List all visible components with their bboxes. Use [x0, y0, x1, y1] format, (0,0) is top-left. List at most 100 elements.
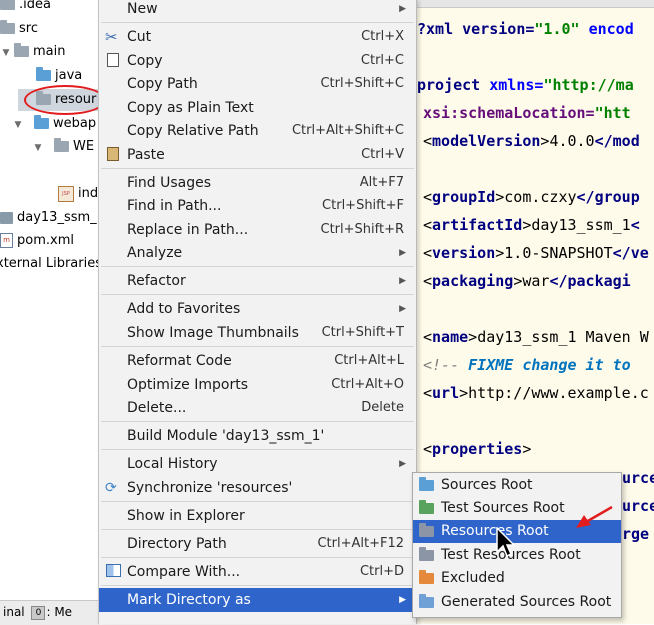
- menu-item-local-history[interactable]: Local History ▶: [99, 452, 416, 476]
- menu-item-show-image-thumbnails[interactable]: Show Image Thumbnails Ctrl+Shift+T: [99, 321, 416, 345]
- tree-item-label: java: [55, 68, 83, 83]
- menu-separator: [101, 449, 414, 450]
- folder-icon: [0, 20, 15, 34]
- terminal-tab[interactable]: inal: [3, 605, 25, 619]
- folder-icon: [0, 0, 15, 10]
- menu-item-replace-in-path[interactable]: Replace in Path... Ctrl+Shift+R: [99, 218, 416, 242]
- web-folder-icon: [34, 115, 49, 129]
- paste-icon: [107, 147, 119, 161]
- code-line: <packaging>war</packagi: [423, 272, 631, 290]
- menu-item-optimize-imports[interactable]: Optimize Imports Ctrl+Alt+O: [99, 373, 416, 397]
- menu-item-synchronize[interactable]: ⟳ Synchronize 'resources': [99, 476, 416, 500]
- context-menu: New ▶ ✂ Cut Ctrl+X Copy Ctrl+C Copy Path Ctrl…: [98, 0, 417, 624]
- menu-item-cut[interactable]: ✂ Cut Ctrl+X: [99, 25, 416, 49]
- submenu-item-excluded[interactable]: Excluded: [413, 567, 621, 590]
- code-line: <!-- FIXME change it to: [423, 356, 631, 374]
- tree-item-java[interactable]: java: [36, 65, 82, 87]
- menu-separator: [101, 168, 414, 169]
- menu-item-copy[interactable]: Copy Ctrl+C: [99, 49, 416, 73]
- menu-item-copy-plain-text[interactable]: Copy as Plain Text: [99, 96, 416, 120]
- code-line: <groupId>com.czxy</group: [423, 188, 640, 206]
- code-line: <url>http://www.example.c: [423, 384, 649, 402]
- menu-item-build-module[interactable]: Build Module 'day13_ssm_1': [99, 424, 416, 448]
- submenu-item-generated-sources-root[interactable]: Generated Sources Root: [413, 591, 621, 614]
- tree-item-iml[interactable]: day13_ssm_1.: [0, 207, 109, 229]
- tree-item-web-inf[interactable]: ▼ WE: [32, 136, 94, 158]
- generated-sources-folder-icon: [419, 594, 434, 608]
- expand-arrow-icon[interactable]: ▼: [32, 137, 44, 159]
- submenu-arrow-icon: ▶: [399, 459, 406, 469]
- maven-file-icon: m: [0, 233, 13, 248]
- code-line: project xmlns="http://ma: [417, 76, 634, 94]
- menu-item-analyze[interactable]: Analyze ▶: [99, 241, 416, 265]
- menu-separator: [101, 557, 414, 558]
- tree-item-label: .idea: [19, 0, 51, 12]
- tree-item-src[interactable]: src: [0, 18, 38, 40]
- menu-item-show-in-explorer[interactable]: Show in Explorer: [99, 504, 416, 528]
- code-line: <modelVersion>4.0.0</mod: [423, 132, 640, 150]
- menu-separator: [101, 421, 414, 422]
- tree-item-label: WE: [73, 139, 95, 154]
- code-line: rge: [622, 525, 650, 543]
- compare-icon: [106, 564, 121, 577]
- source-folder-icon: [36, 67, 51, 81]
- messages-tab[interactable]: : Me: [46, 605, 72, 619]
- mark-directory-submenu: Sources Root Test Sources Root Resources…: [412, 472, 622, 618]
- menu-separator: [101, 266, 414, 267]
- resources-root-folder-icon: [419, 523, 434, 537]
- folder-icon: [14, 43, 29, 57]
- menu-item-add-to-favorites[interactable]: Add to Favorites ▶: [99, 297, 416, 321]
- tree-item-webapp[interactable]: ▼ webap: [12, 113, 96, 135]
- module-file-icon: [0, 211, 13, 224]
- copy-icon: [107, 53, 119, 67]
- menu-item-mark-directory-as[interactable]: Mark Directory as ▶: [99, 588, 416, 612]
- submenu-item-sources-root[interactable]: Sources Root: [413, 474, 621, 497]
- annotation-circle: [24, 85, 106, 115]
- menu-item-refactor[interactable]: Refactor ▶: [99, 269, 416, 293]
- expand-arrow-icon[interactable]: ▼: [12, 114, 24, 136]
- tool-number-badge: 0: [31, 605, 46, 620]
- tree-item-external-libraries[interactable]: xternal Libraries: [0, 253, 102, 275]
- code-line: <properties>: [423, 440, 532, 458]
- jsp-file-icon: JSP: [58, 185, 74, 202]
- submenu-item-test-resources-root[interactable]: Test Resources Root: [413, 544, 621, 567]
- menu-item-new[interactable]: New ▶: [99, 0, 416, 21]
- tree-item-label: pom.xml: [17, 233, 74, 248]
- menu-item-compare-with[interactable]: Compare With... Ctrl+D: [99, 560, 416, 584]
- menu-separator: [101, 294, 414, 295]
- menu-separator: [101, 529, 414, 530]
- code-line: <name>day13_ssm_1 Maven W: [423, 328, 649, 346]
- submenu-arrow-icon: ▶: [399, 4, 406, 14]
- code-line: <version>1.0-SNAPSHOT</ve: [423, 244, 649, 262]
- menu-item-reformat-code[interactable]: Reformat Code Ctrl+Alt+L: [99, 349, 416, 373]
- menu-item-directory-path[interactable]: Directory Path Ctrl+Alt+F12: [99, 532, 416, 556]
- menu-item-copy-relative-path[interactable]: Copy Relative Path Ctrl+Alt+Shift+C: [99, 119, 416, 143]
- menu-item-copy-path[interactable]: Copy Path Ctrl+Shift+C: [99, 72, 416, 96]
- editor-tab-strip: [415, 0, 654, 8]
- submenu-arrow-icon: ▶: [399, 595, 406, 605]
- tree-item-pom[interactable]: m pom.xml: [0, 230, 74, 252]
- tree-item-label: ind: [78, 186, 99, 201]
- tree-item-label: src: [19, 21, 38, 36]
- mouse-cursor-icon: [496, 527, 515, 558]
- tool-window-bar: inal 0: Me: [0, 600, 100, 625]
- expand-arrow-icon[interactable]: ▼: [0, 42, 12, 64]
- tree-item-label: xternal Libraries: [0, 256, 102, 271]
- submenu-arrow-icon: ▶: [399, 248, 406, 258]
- annotation-arrow-icon: [576, 505, 613, 528]
- menu-item-delete[interactable]: Delete... Delete: [99, 396, 416, 420]
- tree-item-index-jsp[interactable]: JSP ind: [58, 183, 98, 205]
- menu-separator: [101, 346, 414, 347]
- menu-separator: [101, 22, 414, 23]
- menu-item-find-usages[interactable]: Find Usages Alt+F7: [99, 171, 416, 195]
- folder-icon: [54, 138, 69, 152]
- menu-item-find-in-path[interactable]: Find in Path... Ctrl+Shift+F: [99, 194, 416, 218]
- sync-icon: ⟳: [105, 480, 117, 496]
- tree-item-label: day13_ssm_1.: [17, 210, 110, 225]
- menu-item-paste[interactable]: Paste Ctrl+V: [99, 143, 416, 167]
- code-line: <artifactId>day13_ssm_1<: [423, 216, 640, 234]
- menu-separator: [101, 585, 414, 586]
- tree-item-idea[interactable]: .idea: [0, 0, 51, 16]
- tree-item-main[interactable]: ▼ main: [0, 41, 65, 63]
- code-line: urce: [622, 497, 654, 515]
